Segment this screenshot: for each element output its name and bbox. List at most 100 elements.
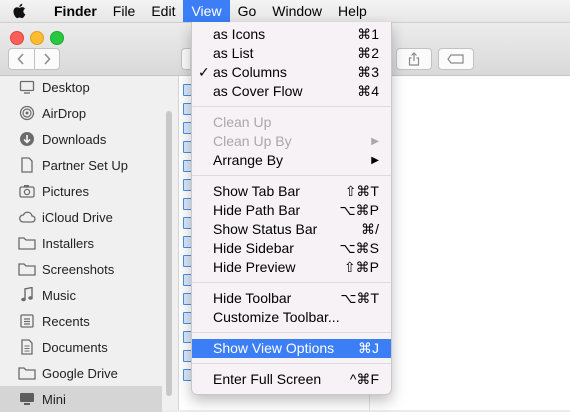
menu-go[interactable]: Go [230,0,265,22]
menu-finder[interactable]: Finder [46,0,105,22]
menu-item-label: Clean Up [213,114,272,130]
menu-item-clean-up: Clean Up [192,113,391,132]
sidebar-item-label: Recents [42,313,90,329]
menu-item-clean-up-by: Clean Up By ▶ [192,132,391,151]
menu-item-shortcut: ⌘4 [357,83,379,99]
menu-item-label: Arrange By [213,152,284,168]
menu-item-label: Hide Sidebar [213,240,294,256]
menu-item-label: Hide Toolbar [213,290,292,306]
menu-item-show-status-bar[interactable]: Show Status Bar ⌘/ [192,220,391,239]
menu-item-hide-toolbar[interactable]: Hide Toolbar ⌥⌘T [192,289,391,308]
recents-icon [17,312,37,330]
sidebar-item-label: Documents [42,339,108,355]
back-button[interactable] [9,49,34,69]
sidebar-item-label: iCloud Drive [42,209,113,225]
folder-icon [17,234,37,252]
apple-menu[interactable] [0,0,38,22]
sidebar-item-documents[interactable]: Documents [0,334,162,360]
sidebar-item-label: Mini [42,391,66,407]
sidebar-item-mini[interactable]: Mini [0,386,162,412]
menu-help[interactable]: Help [330,0,375,22]
document-icon [17,156,37,174]
menu-item-label: as List [213,45,254,61]
sidebar-item-installers[interactable]: Installers [0,230,162,256]
downloads-icon [17,130,37,148]
sidebar-item-label: Google Drive [42,365,118,381]
submenu-arrow-icon: ▶ [371,155,379,166]
forward-button[interactable] [33,49,60,69]
tags-button[interactable] [438,48,474,70]
sidebar-item-icloud-drive[interactable]: iCloud Drive [0,204,162,230]
menu-item-label: as Cover Flow [213,83,303,99]
menu-bar: Finder File Edit View Go Window Help [0,0,570,23]
sidebar-item-label: Installers [42,235,95,251]
share-button[interactable] [396,48,432,70]
menu-file[interactable]: File [105,0,144,22]
menu-item-label: Hide Preview [213,259,296,275]
menu-item-hide-sidebar[interactable]: Hide Sidebar ⌥⌘S [192,239,391,258]
back-forward-control [8,48,60,70]
menu-item-shortcut: ⌥⌘T [340,290,379,306]
sidebar-item-google-drive[interactable]: Google Drive [0,360,162,386]
sidebar-item-label: AirDrop [42,105,87,121]
close-window-button[interactable] [10,31,24,45]
view-menu-dropdown: as Icons ⌘1 as List ⌘2 ✓ as Columns ⌘3 a… [191,22,392,395]
sidebar-item-recents[interactable]: Recents [0,308,162,334]
menu-item-label: Enter Full Screen [213,371,322,387]
zoom-window-button[interactable] [50,31,64,45]
menu-item-label: Show Status Bar [213,221,318,237]
sidebar-item-label: Pictures [42,183,89,199]
minimize-window-button[interactable] [30,31,44,45]
sidebar-item-pictures[interactable]: Pictures [0,178,162,204]
menu-item-shortcut: ⌥⌘S [339,240,379,256]
menu-item-label: Customize Toolbar... [213,309,340,325]
menu-item-customize-toolbar[interactable]: Customize Toolbar... [192,308,391,327]
menu-item-arrange-by[interactable]: Arrange By ▶ [192,151,391,170]
sidebar-item-label: Desktop [42,79,90,95]
menu-item-shortcut: ⌘J [358,340,379,356]
submenu-arrow-icon: ▶ [371,136,379,147]
menu-item-show-tab-bar[interactable]: Show Tab Bar ⇧⌘T [192,182,391,201]
airdrop-icon [17,104,37,122]
menu-item-label: Show View Options [213,340,335,356]
document-icon [17,338,37,356]
music-icon [17,286,37,304]
menu-item-shortcut: ⌘2 [357,45,379,61]
menu-item-as-cover-flow[interactable]: as Cover Flow ⌘4 [192,82,391,101]
sidebar-item-label: Music [42,287,76,303]
view-mode-button[interactable] [181,48,190,70]
menu-item-hide-preview[interactable]: Hide Preview ⇧⌘P [192,258,391,277]
menu-item-enter-full-screen[interactable]: Enter Full Screen ^⌘F [192,370,391,389]
menu-item-label: Show Tab Bar [213,183,300,199]
sidebar-scrollbar[interactable] [166,111,172,396]
computer-icon [17,390,37,408]
menu-separator [192,332,391,333]
checkmark-icon: ✓ [198,64,210,80]
menu-item-as-list[interactable]: as List ⌘2 [192,44,391,63]
sidebar-item-partner-set-up[interactable]: Partner Set Up [0,152,162,178]
sidebar-item-desktop[interactable]: Desktop [0,74,162,100]
menu-window[interactable]: Window [264,0,330,22]
tag-icon [447,54,464,64]
menu-separator [192,106,391,107]
sidebar-item-label: Screenshots [42,261,115,277]
menu-edit[interactable]: Edit [143,0,183,22]
menu-item-label: as Columns [213,64,287,80]
sidebar-item-downloads[interactable]: Downloads [0,126,162,152]
sidebar-item-music[interactable]: Music [0,282,162,308]
menu-item-hide-path-bar[interactable]: Hide Path Bar ⌥⌘P [192,201,391,220]
menu-item-as-icons[interactable]: as Icons ⌘1 [192,25,391,44]
menu-item-show-view-options[interactable]: Show View Options ⌘J [192,339,391,358]
apple-logo-icon [13,3,26,19]
menu-item-as-columns[interactable]: ✓ as Columns ⌘3 [192,63,391,82]
file-column-edge [179,76,195,410]
menu-item-shortcut: ^⌘F [349,371,379,387]
menu-view[interactable]: View [183,0,230,22]
sidebar-item-screenshots[interactable]: Screenshots [0,256,162,282]
menu-item-shortcut: ⌥⌘P [339,202,379,218]
sidebar-item-airdrop[interactable]: AirDrop [0,100,162,126]
cloud-icon [17,208,37,226]
camera-icon [17,182,37,200]
folder-icon [17,260,37,278]
menu-item-label: as Icons [213,26,266,42]
